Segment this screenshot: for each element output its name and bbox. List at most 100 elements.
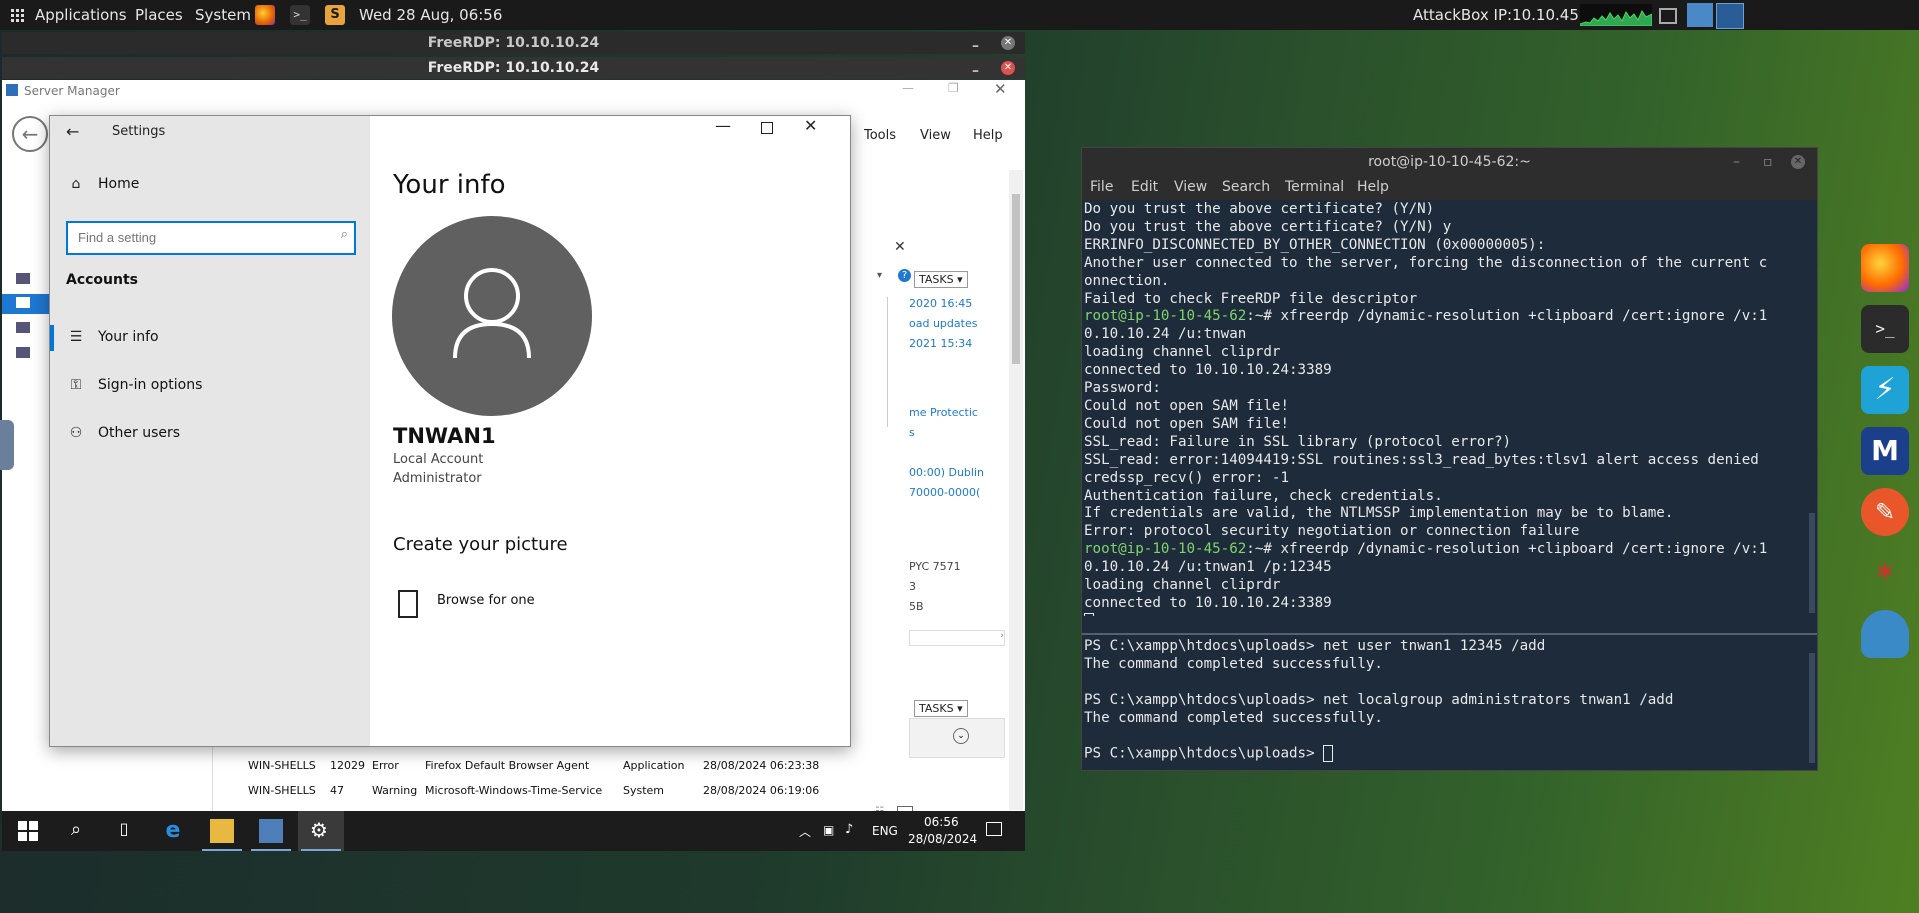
search-input[interactable]	[76, 223, 320, 251]
firefox-dock-icon[interactable]	[1861, 244, 1909, 292]
close-icon[interactable]: ✕	[1791, 155, 1805, 169]
server-manager-taskbar-icon[interactable]	[259, 819, 283, 843]
side-panel-handle[interactable]	[0, 420, 14, 470]
nav-other-users[interactable]: ⚇ Other users	[66, 425, 180, 441]
terminal-line-text: PS C:\xampp\htdocs\uploads>	[1084, 745, 1324, 762]
vertical-scrollbar[interactable]	[1009, 170, 1023, 810]
settings-taskbar-button[interactable]: ⚙	[298, 811, 344, 851]
back-arrow-icon[interactable]: ←	[66, 122, 79, 141]
menu-system[interactable]: System	[195, 6, 251, 24]
taskbar-time[interactable]: 06:56	[924, 815, 959, 829]
internet-explorer-icon[interactable]: e	[161, 819, 185, 843]
terminal-icon[interactable]: >_	[290, 5, 310, 25]
scrollbar-thumb[interactable]	[1809, 653, 1815, 763]
apps-grid-icon[interactable]	[11, 9, 24, 22]
network-icon[interactable]: ▣	[823, 823, 834, 837]
show-desktop-icon[interactable]	[1659, 8, 1677, 24]
all-servers-icon[interactable]	[16, 322, 30, 333]
file-services-icon[interactable]	[16, 347, 30, 358]
minimize-icon[interactable]: –	[1733, 148, 1740, 176]
freerdp-titlebar-front[interactable]: FreeRDP: 10.10.10.24 – ✕	[2, 57, 1025, 79]
chevron-up-icon[interactable]: ︿	[799, 823, 811, 840]
freerdp-titlebar-back[interactable]: FreeRDP: 10.10.10.24 – ✕	[2, 32, 1025, 54]
fragment-line[interactable]: 2021 15:34	[909, 337, 972, 350]
search-icon[interactable]: ⌕	[64, 819, 88, 843]
close-icon[interactable]: ✕	[804, 116, 817, 135]
search-icon[interactable]: ⌕	[341, 227, 348, 242]
fragment-line[interactable]: 70000-0000(	[909, 486, 980, 499]
minimize-icon[interactable]: –	[972, 35, 979, 57]
restore-icon[interactable]: ❐	[948, 81, 959, 95]
tasks-button-bottom[interactable]: TASKS ▾	[914, 700, 968, 717]
task-view-icon[interactable]: ▯	[112, 819, 136, 843]
close-icon[interactable]: ✕	[1001, 36, 1015, 50]
taskbar-date[interactable]: 28/08/2024	[908, 832, 977, 846]
notifications-icon[interactable]	[986, 822, 1002, 836]
workspace-2[interactable]	[1716, 3, 1744, 29]
metasploit-dock-icon[interactable]: M	[1861, 427, 1909, 475]
terminal-dock-icon[interactable]: >_	[1861, 305, 1909, 353]
nav-your-info[interactable]: ☰ Your info	[66, 329, 159, 345]
terminal-line-text: SSL_read: error:14094419:SSL routines:ss…	[1084, 451, 1759, 468]
minimize-icon[interactable]: —	[715, 116, 731, 135]
expand-chevron-icon[interactable]: ⌄	[953, 728, 969, 744]
menu-applications[interactable]: Applications	[35, 6, 127, 24]
terminal-titlebar[interactable]: root@ip-10-10-45-62:~ – ▫ ✕	[1082, 148, 1817, 176]
firefox-icon[interactable]	[255, 5, 275, 25]
maximize-icon[interactable]	[761, 122, 773, 134]
minimize-icon[interactable]: –	[972, 60, 979, 82]
menu-help[interactable]: Help	[973, 128, 1003, 143]
menu-help[interactable]: Help	[1357, 179, 1389, 195]
help-icon[interactable]: ?	[898, 269, 911, 282]
local-server-icon[interactable]	[16, 297, 30, 308]
nav-sign-in-options[interactable]: ⚿ Sign-in options	[66, 377, 203, 393]
divider	[887, 297, 888, 427]
menu-edit[interactable]: Edit	[1131, 179, 1158, 195]
dashboard-icon[interactable]	[16, 273, 30, 284]
close-icon[interactable]: ✕	[1001, 61, 1015, 75]
menu-view[interactable]: View	[1174, 179, 1207, 195]
close-tile-icon[interactable]: ✕	[894, 239, 914, 259]
back-arrow-icon[interactable]: ←	[12, 116, 48, 152]
menu-view[interactable]: View	[920, 128, 951, 143]
maximize-icon[interactable]: ▫	[1763, 148, 1773, 176]
terminal-output-upper[interactable]: Do you trust the above certificate? (Y/N…	[1084, 201, 1804, 616]
nav-home[interactable]: ⌂ Home	[66, 176, 140, 192]
menu-terminal[interactable]: Terminal	[1285, 179, 1344, 195]
file-explorer-icon[interactable]	[210, 819, 234, 843]
scrollbar-thumb[interactable]	[1012, 194, 1020, 364]
menu-places[interactable]: Places	[135, 6, 183, 24]
fragment-line[interactable]: oad updates	[909, 317, 977, 330]
menu-tools[interactable]: Tools	[864, 128, 896, 143]
terminal-line	[1084, 612, 1804, 616]
fragment-line[interactable]: 00:00) Dublin	[909, 466, 984, 479]
fragment-line[interactable]: 2020 16:45	[909, 297, 972, 310]
fragment-line[interactable]: s	[909, 426, 915, 439]
workspace-1[interactable]	[1687, 3, 1713, 27]
ruby-dock-icon[interactable]: ✶	[1861, 549, 1909, 597]
fragment-line[interactable]: me Protectic	[909, 406, 978, 419]
chevron-down-icon[interactable]: ▾	[877, 270, 882, 281]
search-field[interactable]: ⌕	[66, 221, 356, 255]
terminal-output-lower[interactable]: PS C:\xampp\htdocs\uploads> net user tnw…	[1084, 638, 1804, 766]
avatar[interactable]	[392, 216, 592, 416]
pane-divider[interactable]	[1082, 633, 1817, 635]
menu-file[interactable]: File	[1090, 179, 1113, 195]
tasks-button-top[interactable]: TASKS ▾	[914, 271, 968, 288]
volume-icon[interactable]: ♪	[845, 822, 853, 837]
lightning-dock-icon[interactable]: ⚡	[1861, 366, 1909, 414]
menu-search[interactable]: Search	[1222, 179, 1270, 195]
close-icon[interactable]: ✕	[994, 80, 1007, 98]
start-icon[interactable]	[16, 819, 40, 843]
language-indicator[interactable]: ENG	[872, 824, 898, 838]
horizontal-scrollbar[interactable]: ›	[909, 630, 1005, 646]
cpu-monitor-graph	[1579, 4, 1653, 27]
cell-id: 12029	[330, 759, 365, 772]
burp-dock-icon[interactable]: ✎	[1861, 488, 1909, 536]
server-manager-titlebar[interactable]: Server Manager — ❐ ✕	[2, 80, 1025, 103]
kali-dragon-dock-icon[interactable]	[1861, 610, 1909, 658]
minimize-icon[interactable]: —	[902, 81, 914, 95]
scrollbar-thumb[interactable]	[1809, 513, 1815, 613]
panel-clock[interactable]: Wed 28 Aug, 06:56	[359, 6, 502, 24]
sublime-icon[interactable]: S	[325, 5, 345, 25]
